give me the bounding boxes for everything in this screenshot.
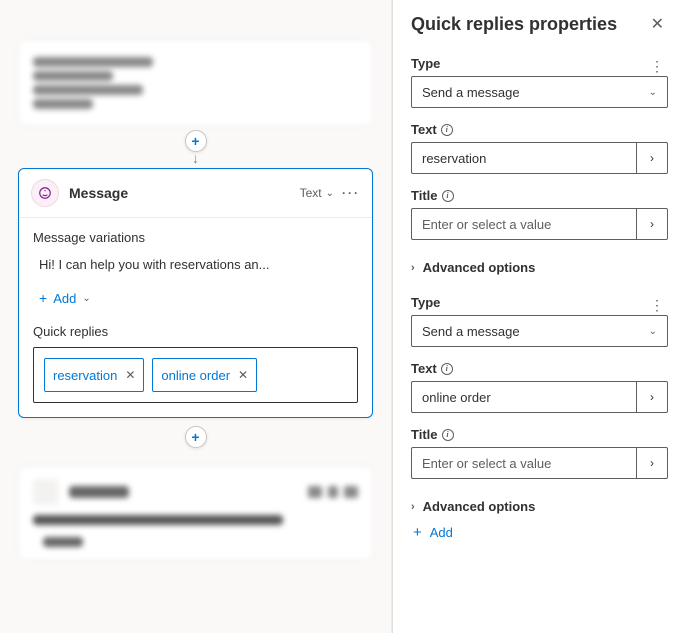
type-select-value: Send a message	[422, 85, 520, 100]
message-node-title: Message	[69, 185, 128, 201]
chevron-down-icon: ⌄	[649, 326, 657, 337]
title-go-button[interactable]: ›	[636, 447, 668, 479]
chevron-right-icon: ›	[411, 501, 415, 513]
message-variation-text[interactable]: Hi! I can help you with reservations an.…	[33, 253, 358, 276]
quick-reply-chip[interactable]: online order ✕	[152, 358, 257, 392]
advanced-options-toggle[interactable]: › Advanced options	[411, 493, 668, 516]
title-go-button[interactable]: ›	[636, 208, 668, 240]
properties-panel: Quick replies properties ✕ Type ⋮ Send a…	[392, 0, 686, 633]
chevron-down-icon: ⌄	[649, 87, 657, 98]
info-icon[interactable]: i	[441, 124, 453, 136]
text-label: Text	[411, 122, 437, 137]
node-blurred-top	[18, 40, 373, 126]
text-input[interactable]	[411, 381, 636, 413]
title-input[interactable]	[411, 447, 636, 479]
connector: + ↓	[0, 130, 391, 166]
title-label: Title	[411, 188, 438, 203]
authoring-canvas: + ↓ Message Text ⌄ ··· Message variation…	[0, 0, 392, 633]
text-go-button[interactable]: ›	[636, 381, 668, 413]
title-label: Title	[411, 427, 438, 442]
text-label: Text	[411, 361, 437, 376]
chip-label: reservation	[53, 368, 117, 383]
type-select[interactable]: Send a message ⌄	[411, 76, 668, 108]
chevron-right-icon: ›	[411, 262, 415, 274]
type-label: Type	[411, 295, 440, 310]
add-variation-button[interactable]: + Add ⌄	[33, 286, 358, 310]
chevron-down-icon: ⌄	[82, 293, 90, 304]
message-variations-label: Message variations	[33, 230, 358, 245]
chip-label: online order	[161, 368, 230, 383]
quick-replies-box[interactable]: reservation ✕ online order ✕	[33, 347, 358, 403]
type-select[interactable]: Send a message ⌄	[411, 315, 668, 347]
reply-more-menu[interactable]: ⋮	[646, 297, 668, 314]
chip-remove-icon[interactable]: ✕	[238, 368, 248, 382]
add-node-button[interactable]: +	[185, 130, 207, 152]
advanced-options-label: Advanced options	[423, 499, 536, 514]
chip-remove-icon[interactable]: ✕	[125, 368, 135, 382]
message-output-type-label: Text	[300, 186, 322, 200]
add-quick-reply-label: Add	[430, 525, 453, 540]
node-more-menu[interactable]: ···	[342, 186, 360, 200]
arrow-down-icon: ↓	[192, 150, 199, 166]
plus-icon: +	[413, 524, 422, 541]
quick-replies-label: Quick replies	[33, 324, 358, 339]
advanced-options-toggle[interactable]: › Advanced options	[411, 254, 668, 277]
message-icon	[31, 179, 59, 207]
reply-more-menu[interactable]: ⋮	[646, 58, 668, 75]
plus-icon: +	[39, 290, 47, 306]
close-panel-button[interactable]: ✕	[647, 10, 668, 38]
info-icon[interactable]: i	[441, 363, 453, 375]
type-label: Type	[411, 56, 440, 71]
connector: +	[0, 426, 391, 448]
title-input[interactable]	[411, 208, 636, 240]
message-node-selected[interactable]: Message Text ⌄ ··· Message variations Hi…	[18, 168, 373, 418]
info-icon[interactable]: i	[442, 190, 454, 202]
add-node-button[interactable]: +	[185, 426, 207, 448]
quick-reply-chip[interactable]: reservation ✕	[44, 358, 144, 392]
message-output-type-dropdown[interactable]: Text ⌄	[300, 186, 334, 200]
node-blurred-bottom	[18, 466, 373, 560]
add-variation-label: Add	[53, 291, 76, 306]
advanced-options-label: Advanced options	[423, 260, 536, 275]
message-node-header: Message Text ⌄ ···	[19, 169, 372, 218]
text-go-button[interactable]: ›	[636, 142, 668, 174]
info-icon[interactable]: i	[442, 429, 454, 441]
chevron-down-icon: ⌄	[326, 188, 334, 199]
text-input[interactable]	[411, 142, 636, 174]
add-quick-reply-button[interactable]: + Add	[411, 516, 668, 549]
panel-title: Quick replies properties	[411, 14, 617, 35]
type-select-value: Send a message	[422, 324, 520, 339]
